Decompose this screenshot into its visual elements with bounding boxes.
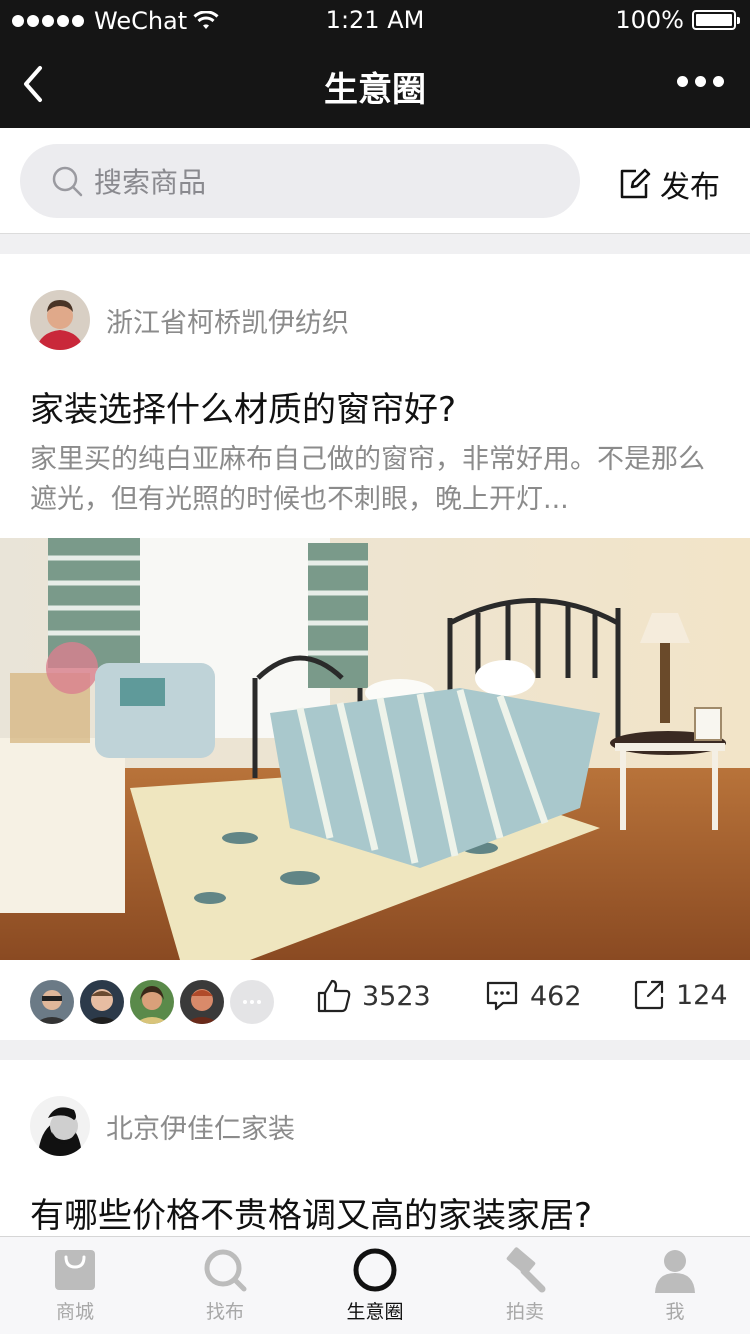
avatar xyxy=(80,980,124,1024)
post-author[interactable]: 北京伊佳仁家装 xyxy=(30,1096,295,1156)
post-title[interactable]: 有哪些价格不贵格调又高的家装家居? xyxy=(30,1188,592,1237)
tab-find-fabric[interactable]: 找布 xyxy=(150,1237,300,1334)
post-footer: 3523 462 124 xyxy=(0,960,750,1040)
more-likers-button[interactable] xyxy=(230,980,274,1024)
tab-bar: 商城 找布 生意圈 拍卖 我 xyxy=(0,1236,750,1334)
post-author[interactable]: 浙江省柯桥凯伊纺织 xyxy=(30,290,349,350)
nav-bar: 生意圈 xyxy=(0,40,750,128)
share-icon xyxy=(634,980,664,1010)
liker-avatars[interactable] xyxy=(30,980,274,1024)
avatar xyxy=(30,1096,90,1156)
post-card[interactable]: 北京伊佳仁家装 有哪些价格不贵格调又高的家装家居? xyxy=(0,1060,750,1240)
gavel-icon xyxy=(506,1247,546,1293)
battery-icon xyxy=(692,10,740,30)
tab-label: 我 xyxy=(665,1301,685,1323)
tab-auction[interactable]: 拍卖 xyxy=(450,1237,600,1334)
share-button[interactable]: 124 xyxy=(632,978,728,1012)
search-placeholder: 搜索商品 xyxy=(94,166,207,199)
person-icon xyxy=(655,1250,695,1293)
more-options-button[interactable] xyxy=(677,76,724,87)
like-count: 3523 xyxy=(362,980,431,1012)
post-card[interactable]: 浙江省柯桥凯伊纺织 家装选择什么材质的窗帘好? 家里买的纯白亚麻布自己做的窗帘，… xyxy=(0,254,750,1040)
status-bar: WeChat 1:21 AM 100% xyxy=(0,0,750,40)
battery-group: 100% xyxy=(615,6,740,34)
comment-count: 462 xyxy=(530,980,582,1012)
author-name: 浙江省柯桥凯伊纺织 xyxy=(106,307,349,339)
tab-me[interactable]: 我 xyxy=(600,1237,750,1334)
tab-mall[interactable]: 商城 xyxy=(0,1237,150,1334)
avatar xyxy=(30,290,90,350)
thumbs-up-icon xyxy=(317,979,351,1013)
comment-button[interactable]: 462 xyxy=(484,978,582,1014)
tab-business-circle[interactable]: 生意圈 xyxy=(300,1237,450,1334)
search-row: 搜索商品 发布 xyxy=(0,128,750,234)
comment-icon xyxy=(486,981,518,1011)
post-title[interactable]: 家装选择什么材质的窗帘好? xyxy=(30,382,456,431)
avatar xyxy=(130,980,174,1024)
tab-label: 拍卖 xyxy=(505,1301,544,1323)
share-count: 124 xyxy=(676,979,728,1011)
avatar xyxy=(30,980,74,1024)
tab-label: 生意圈 xyxy=(346,1301,404,1323)
circle-icon xyxy=(353,1248,397,1292)
avatar xyxy=(180,980,224,1024)
bag-icon xyxy=(55,1250,95,1290)
search-input[interactable]: 搜索商品 xyxy=(20,144,580,218)
post-excerpt: 家里买的纯白亚麻布自己做的窗帘，非常好用。不是那么遮光，但有光照的时候也不刺眼，… xyxy=(30,444,705,515)
author-name: 北京伊佳仁家装 xyxy=(106,1113,295,1145)
page-title: 生意圈 xyxy=(324,70,426,110)
like-button[interactable]: 3523 xyxy=(316,978,431,1014)
search-icon xyxy=(52,166,83,197)
edit-icon xyxy=(620,168,651,199)
publish-button[interactable]: 发布 xyxy=(618,162,720,206)
search-icon xyxy=(204,1249,247,1292)
post-photo[interactable] xyxy=(0,538,750,960)
tab-label: 找布 xyxy=(205,1301,244,1323)
publish-label: 发布 xyxy=(660,170,720,205)
battery-percent: 100% xyxy=(615,6,684,34)
tab-label: 商城 xyxy=(55,1301,94,1323)
